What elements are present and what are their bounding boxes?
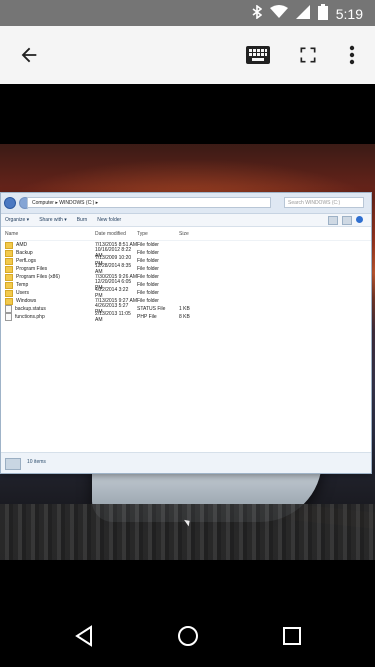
table-row[interactable]: functions.php 2/13/2013 11:05 AM PHP Fil… [1, 311, 371, 323]
table-row[interactable]: Temp 12/20/2014 6:05 PM File folder [1, 279, 371, 291]
col-type[interactable]: Type [137, 231, 179, 237]
column-headers: Name Date modified Type Size [1, 227, 371, 241]
back-arrow-icon [21, 47, 37, 63]
item-count: 10 items [27, 459, 46, 465]
drive-icon [5, 458, 21, 470]
wifi-icon [269, 5, 288, 22]
more-options-button[interactable] [335, 38, 369, 72]
recents-square-icon [283, 627, 301, 645]
keyboard-button[interactable] [241, 38, 275, 72]
explorer-window: Computer ▸ WINDOWS (C:) ▸ Search WINDOWS… [0, 192, 372, 474]
col-date[interactable]: Date modified [95, 231, 137, 237]
fullscreen-icon [300, 47, 316, 63]
table-row[interactable]: Users 4/22/2014 3:22 PM File folder [1, 287, 371, 299]
table-row[interactable]: Program Files 12/28/2014 8:35 AM File fo… [1, 263, 371, 275]
burn-button[interactable]: Burn [77, 217, 88, 223]
preview-pane-icon[interactable] [342, 216, 352, 225]
table-row[interactable]: AMD 7/13/2015 8:51 AM File folder [1, 241, 371, 249]
folder-icon [5, 241, 13, 249]
fullscreen-button[interactable] [291, 38, 325, 72]
col-name[interactable]: Name [5, 231, 95, 237]
address-bar: Computer ▸ WINDOWS (C:) ▸ Search WINDOWS… [1, 193, 371, 214]
folder-icon [5, 297, 13, 305]
bluetooth-icon [252, 4, 263, 22]
share-with-button[interactable]: Share with ▾ [39, 217, 67, 223]
app-bar [0, 26, 375, 84]
table-row[interactable]: backup.status 4/26/2013 5:27 PM STATUS F… [1, 303, 371, 315]
nav-home-button[interactable] [174, 622, 202, 650]
file-icon [5, 305, 12, 313]
address-path[interactable]: Computer ▸ WINDOWS (C:) ▸ [27, 197, 271, 208]
home-circle-icon [178, 626, 198, 646]
folder-icon [5, 273, 13, 281]
table-row[interactable]: Program Files (x86) 7/30/2015 9:26 AM Fi… [1, 273, 371, 281]
navigation-bar [0, 600, 375, 667]
help-icon[interactable] [356, 216, 363, 223]
folder-icon [5, 281, 13, 289]
table-row[interactable]: Windows 7/13/2015 9:27 AM File folder [1, 297, 371, 305]
back-nav-icon[interactable] [4, 197, 16, 209]
nav-recents-button[interactable] [278, 622, 306, 650]
status-bar: 5:19 [0, 0, 375, 26]
back-triangle-icon [75, 625, 92, 647]
search-box[interactable]: Search WINDOWS (C:) [284, 197, 364, 208]
new-folder-button[interactable]: New folder [97, 217, 121, 223]
nav-back-button[interactable] [70, 622, 98, 650]
folder-icon [5, 289, 13, 297]
col-size[interactable]: Size [179, 231, 209, 237]
folder-icon [5, 257, 13, 265]
signal-icon [295, 5, 310, 22]
folder-icon [5, 249, 13, 257]
folder-icon [5, 265, 13, 273]
keyboard-icon [246, 46, 270, 64]
explorer-status-bar: 10 items [1, 452, 371, 473]
file-icon [5, 313, 12, 321]
status-time: 5:19 [335, 5, 363, 22]
table-row[interactable]: PerfLogs 7/13/2009 10:20 PM File folder [1, 255, 371, 267]
back-button[interactable] [12, 38, 46, 72]
explorer-toolbar: Organize ▾ Share with ▾ Burn New folder [1, 214, 371, 227]
status-icons: 5:19 [252, 4, 363, 23]
organize-button[interactable]: Organize ▾ [5, 217, 29, 223]
battery-icon [317, 4, 328, 23]
more-vert-icon [349, 45, 355, 65]
table-row[interactable]: Backup 10/16/2012 8:22 AM File folder [1, 247, 371, 259]
rocky-shore [0, 504, 375, 560]
view-tools [328, 216, 363, 225]
views-icon[interactable] [328, 216, 338, 225]
